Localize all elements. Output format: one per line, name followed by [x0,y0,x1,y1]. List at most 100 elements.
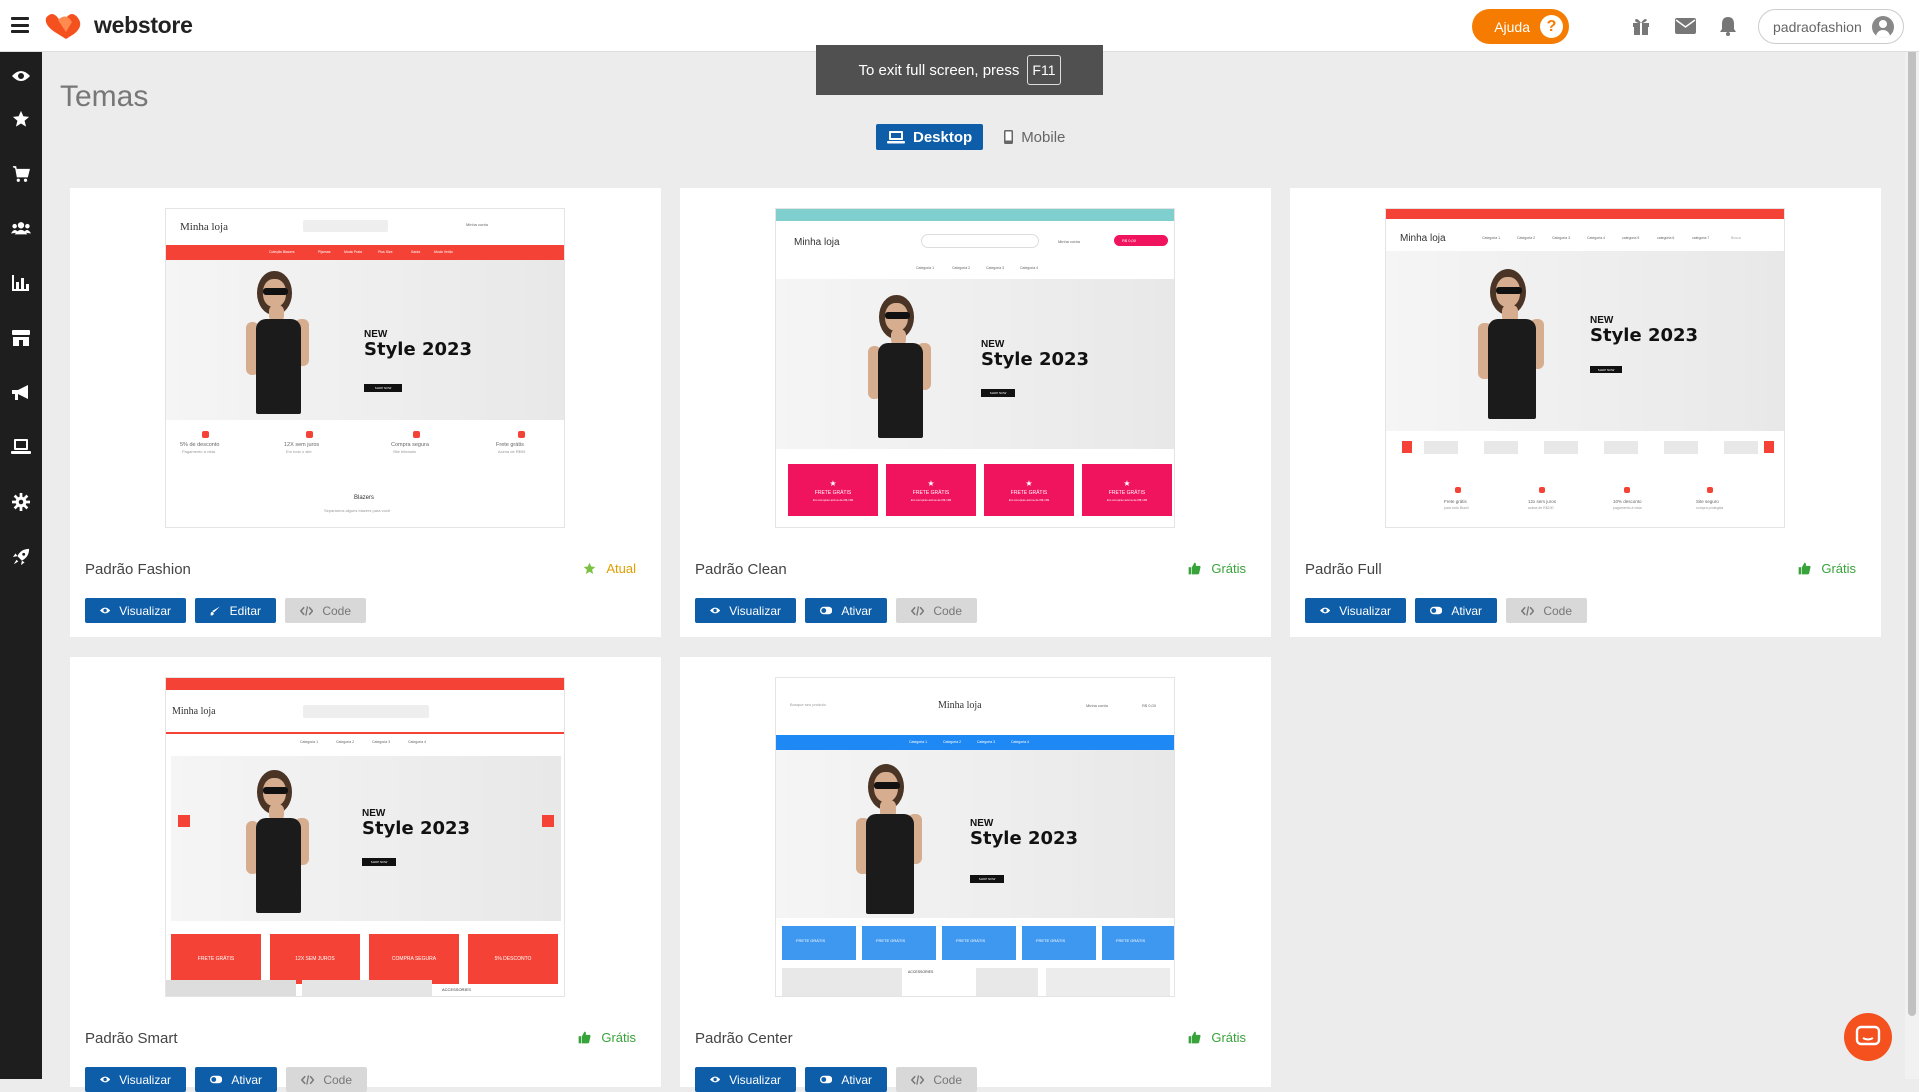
page-scrollbar[interactable] [1905,0,1919,1079]
sidebar-item-gear-icon[interactable] [0,484,42,520]
preview-hero [776,279,1174,449]
preview-topbar [166,678,564,690]
code-button[interactable]: Code [896,1067,977,1092]
sidebar-item-laptop-icon[interactable] [0,429,42,465]
sidebar-item-eye-icon[interactable] [0,58,42,94]
feature-icon [518,431,525,438]
menu-icon[interactable] [11,17,29,33]
page-title: Temas [60,80,149,113]
visualizar-button[interactable]: Visualizar [695,1067,796,1092]
mail-icon[interactable] [1674,15,1696,37]
preview-menu-item: Plus Size [378,250,393,254]
preview-prev-arrow[interactable] [178,815,190,827]
mobile-label: Mobile [1021,128,1066,146]
ativar-button[interactable]: Ativar [1415,598,1497,623]
feature-tile: ★ FRETE GRÁTIS Em compras acima de R$ 199 [886,464,976,516]
editar-button[interactable]: Editar [195,598,276,623]
theme-thumbnail[interactable]: Minha loja Minha conta Coleção Blazers Pija… [165,208,565,528]
tile-title: FRETE GRÁTIS [796,938,826,943]
preview-product [976,968,1038,996]
ativar-button[interactable]: Ativar [805,1067,887,1092]
thumbs-up-icon [1798,562,1811,575]
thumbs-up-icon [1188,1031,1201,1044]
theme-status: Grátis [1188,1030,1246,1045]
sidebar-item-cart-icon[interactable] [0,156,42,192]
code-button[interactable]: Code [896,598,977,623]
visualizar-button[interactable]: Visualizar [85,1067,186,1092]
ativar-button[interactable]: Ativar [805,598,887,623]
code-button[interactable]: Code [1506,598,1587,623]
preview-search-box [921,234,1039,248]
tile-title: 5% DESCONTO [494,956,532,962]
sidebar-item-users-icon[interactable] [0,210,42,246]
gift-icon[interactable] [1630,15,1652,37]
visualizar-button[interactable]: Visualizar [85,598,186,623]
feature-sub: Pagamento à vista [182,449,216,454]
button-label: Code [933,603,962,618]
status-label: Grátis [1211,1030,1246,1045]
thumbs-up-icon [578,1031,591,1044]
logo[interactable]: webstore [44,10,193,40]
bell-icon[interactable] [1717,15,1739,37]
feature-sub: acima de R$100 [1528,506,1554,510]
sidebar-item-chart-icon[interactable] [0,265,42,301]
preview-menu-item: Moda Praia [344,250,362,254]
preview-menu-bar [166,245,564,260]
eye-icon [100,1076,111,1083]
preview-search: Busca [1731,236,1741,240]
preview-hero [1386,251,1784,431]
desktop-view-button[interactable]: Desktop [876,124,984,150]
preview-brand-logo [1604,441,1638,454]
status-label: Grátis [601,1030,636,1045]
feature-icon [1455,487,1461,493]
preview-store-name: Minha loja [938,700,982,711]
scrollbar-thumb[interactable] [1908,4,1916,1016]
feature-tile: FRETE GRÁTIS [782,926,856,960]
help-button[interactable]: Ajuda ? [1472,9,1569,44]
theme-thumbnail[interactable]: Minha loja Categoria 1 Categoria 2 Categori… [165,677,565,997]
preview-style: Style 2023 [362,818,471,839]
theme-card: Busque seu produto Minha loja Minha conta R… [680,657,1271,1092]
code-button[interactable]: Code [286,1067,367,1092]
preview-cart: R$ 0,00 [1122,238,1137,243]
feature-title: 12x sem juros [1528,499,1557,504]
theme-card: Minha loja Minha conta Coleção Blazers Pija… [70,188,661,637]
visualizar-button[interactable]: Visualizar [1305,598,1406,623]
brush-icon [210,605,220,616]
theme-actions: Visualizar Editar Code [85,598,366,623]
sidebar-item-store-icon[interactable] [0,320,42,356]
ativar-button[interactable]: Ativar [195,1067,277,1092]
feature-sub: para todo Brasil [1444,506,1469,510]
code-icon [1521,605,1535,616]
sidebar-item-star-icon[interactable] [0,101,42,137]
tile-sub: Em compras acima de R$ 199 [1008,497,1050,502]
theme-actions: Visualizar Ativar Code [1305,598,1587,623]
eye-icon [710,1076,721,1083]
visualizar-button[interactable]: Visualizar [695,598,796,623]
preview-menu-item: Categoria 1 [909,740,928,744]
feature-sub: Em todo o site [286,449,312,454]
feature-icon [1707,487,1713,493]
sidebar-item-rocket-icon[interactable] [0,539,42,575]
avatar-icon [1871,15,1894,38]
preview-product [302,980,432,996]
preview-shop-button: SHOP NOW [981,389,1015,397]
mobile-view-button[interactable]: Mobile [993,124,1076,150]
theme-thumbnail[interactable]: Minha loja Minha conta R$ 0,00 Categoria 1 C… [775,208,1175,528]
preview-dot [1402,441,1412,453]
sidebar-item-megaphone-icon[interactable] [0,375,42,411]
user-menu[interactable]: padraofashion [1758,9,1904,44]
preview-next-arrow[interactable] [542,815,554,827]
button-label: Ativar [1451,603,1482,618]
theme-thumbnail[interactable]: Minha loja Categoria 1 Categoria 2 Categori… [1385,208,1785,528]
chat-button[interactable] [1844,1013,1892,1061]
feature-tile: ★ FRETE GRÁTIS Em compras acima de R$ 199 [1082,464,1172,516]
tile-sub: Em compras acima de R$ 199 [812,497,854,502]
theme-thumbnail[interactable]: Busque seu produto Minha loja Minha conta R… [775,677,1175,997]
theme-preview: Minha loja Minha conta Coleção Blazers Pija… [166,209,564,527]
theme-actions: Visualizar Ativar Code [85,1067,367,1092]
preview-menu-item: Pijamas [318,250,331,254]
code-button[interactable]: Code [285,598,366,623]
preview-style: Style 2023 [981,349,1090,370]
feature-tile: FRETE GRÁTIS [862,926,936,960]
